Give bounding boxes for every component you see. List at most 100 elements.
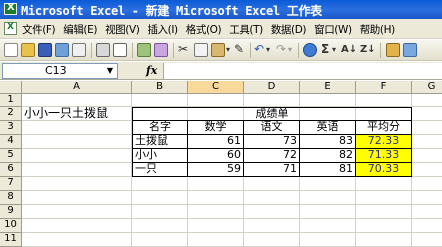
grid-cell[interactable] (132, 94, 188, 107)
grid-cell[interactable] (188, 219, 244, 233)
autosum-icon[interactable]: Σ (321, 42, 329, 57)
select-all-button[interactable] (0, 81, 22, 94)
grid-cell[interactable] (22, 219, 132, 233)
grid-cell[interactable] (22, 135, 132, 149)
menu-window[interactable]: 窗口(W) (314, 22, 352, 37)
grid-cell[interactable] (356, 191, 412, 205)
row-header-11[interactable]: 11 (0, 233, 22, 247)
print-icon[interactable] (96, 43, 110, 57)
grid-cell[interactable] (22, 191, 132, 205)
grid-cell[interactable] (412, 121, 442, 135)
menu-view[interactable]: 视图(V) (105, 22, 140, 37)
cell-chinese[interactable]: 71 (244, 163, 300, 177)
grid-cell[interactable] (412, 191, 442, 205)
grid-cell[interactable] (356, 233, 412, 247)
grid-cell[interactable] (188, 233, 244, 247)
grid-cell[interactable] (22, 205, 132, 219)
header-name[interactable]: 名字 (132, 121, 188, 135)
menu-edit[interactable]: 编辑(E) (63, 22, 97, 37)
grid-cell[interactable] (22, 121, 132, 135)
formula-input[interactable] (163, 63, 442, 79)
cell-chinese[interactable]: 73 (244, 135, 300, 149)
redo-dropdown-icon[interactable]: ▾ (288, 42, 292, 57)
cell-average[interactable]: 71.33 (356, 149, 412, 163)
row-header-2[interactable]: 2 (0, 107, 22, 121)
menu-format[interactable]: 格式(O) (186, 22, 222, 37)
grid-cell[interactable] (132, 219, 188, 233)
research-icon[interactable] (154, 43, 168, 57)
new-icon[interactable] (4, 43, 18, 57)
grid-cell[interactable] (412, 177, 442, 191)
column-header-c[interactable]: C (188, 81, 244, 94)
row-header-4[interactable]: 4 (0, 135, 22, 149)
insert-function-icon[interactable]: fx (146, 64, 157, 77)
workbook-icon[interactable] (4, 22, 17, 35)
row-header-3[interactable]: 3 (0, 121, 22, 135)
header-math[interactable]: 数学 (188, 121, 244, 135)
permission-icon[interactable] (55, 43, 69, 57)
menu-insert[interactable]: 插入(I) (147, 22, 178, 37)
grid-cell[interactable] (188, 205, 244, 219)
cell-math[interactable]: 59 (188, 163, 244, 177)
grid-cell[interactable] (300, 205, 356, 219)
spelling-icon[interactable] (137, 43, 151, 57)
grid-cell[interactable] (244, 233, 300, 247)
grid-cell[interactable] (22, 177, 132, 191)
hyperlink-icon[interactable] (303, 43, 317, 57)
sort-ascending-icon[interactable]: A↓ (341, 42, 357, 57)
autosum-dropdown-icon[interactable]: ▾ (332, 42, 336, 57)
column-header-a[interactable]: A (22, 81, 132, 94)
name-box[interactable]: C13 ▼ (2, 63, 118, 79)
menu-tools[interactable]: 工具(T) (229, 22, 263, 37)
grid-cell[interactable] (244, 219, 300, 233)
grid-cell[interactable] (412, 94, 442, 107)
grid-cell[interactable] (300, 233, 356, 247)
grid-cell[interactable] (244, 191, 300, 205)
grid-cell[interactable] (300, 219, 356, 233)
grid-cell[interactable] (188, 94, 244, 107)
grid-cell[interactable] (412, 163, 442, 177)
grid-cell[interactable] (188, 177, 244, 191)
undo-icon[interactable]: ↶ (254, 42, 264, 57)
cell-b2-table-title[interactable]: 成绩单 (132, 107, 412, 121)
column-header-d[interactable]: D (244, 81, 300, 94)
cell-english[interactable]: 82 (300, 149, 356, 163)
grid-cell[interactable] (132, 205, 188, 219)
cell-english[interactable]: 81 (300, 163, 356, 177)
grid-cell[interactable] (22, 163, 132, 177)
row-header-6[interactable]: 6 (0, 163, 22, 177)
grid-cell[interactable] (300, 177, 356, 191)
grid-cell[interactable] (188, 191, 244, 205)
print-preview-icon[interactable] (113, 43, 127, 57)
column-header-b[interactable]: B (132, 81, 188, 94)
grid-cell[interactable] (412, 233, 442, 247)
grid-cell[interactable] (132, 177, 188, 191)
grid-cell[interactable] (412, 205, 442, 219)
menu-data[interactable]: 数据(D) (271, 22, 307, 37)
header-english[interactable]: 英语 (300, 121, 356, 135)
grid-cell[interactable] (356, 177, 412, 191)
grid-cell[interactable] (22, 149, 132, 163)
grid-cell[interactable] (356, 205, 412, 219)
cell-math[interactable]: 61 (188, 135, 244, 149)
column-header-f[interactable]: F (356, 81, 412, 94)
menu-file[interactable]: 文件(F) (22, 22, 56, 37)
row-header-10[interactable]: 10 (0, 219, 22, 233)
cell-average[interactable]: 72.33 (356, 135, 412, 149)
grid-cell[interactable] (412, 219, 442, 233)
cell-average[interactable]: 70.33 (356, 163, 412, 177)
row-header-1[interactable]: 1 (0, 94, 22, 107)
grid-cell[interactable] (356, 219, 412, 233)
grid-cell[interactable] (132, 233, 188, 247)
drawing-icon[interactable] (403, 43, 417, 57)
row-header-9[interactable]: 9 (0, 205, 22, 219)
grid-cell[interactable] (412, 107, 442, 121)
format-painter-icon[interactable]: ✎ (234, 42, 244, 57)
grid-cell[interactable] (132, 191, 188, 205)
cell-english[interactable]: 83 (300, 135, 356, 149)
cell-a2[interactable]: 小小一只土拨鼠 (22, 107, 132, 121)
undo-dropdown-icon[interactable]: ▾ (266, 42, 270, 57)
header-chinese[interactable]: 语文 (244, 121, 300, 135)
chevron-down-icon[interactable]: ▼ (107, 64, 113, 78)
cell-name[interactable]: 土拨鼠 (132, 135, 188, 149)
